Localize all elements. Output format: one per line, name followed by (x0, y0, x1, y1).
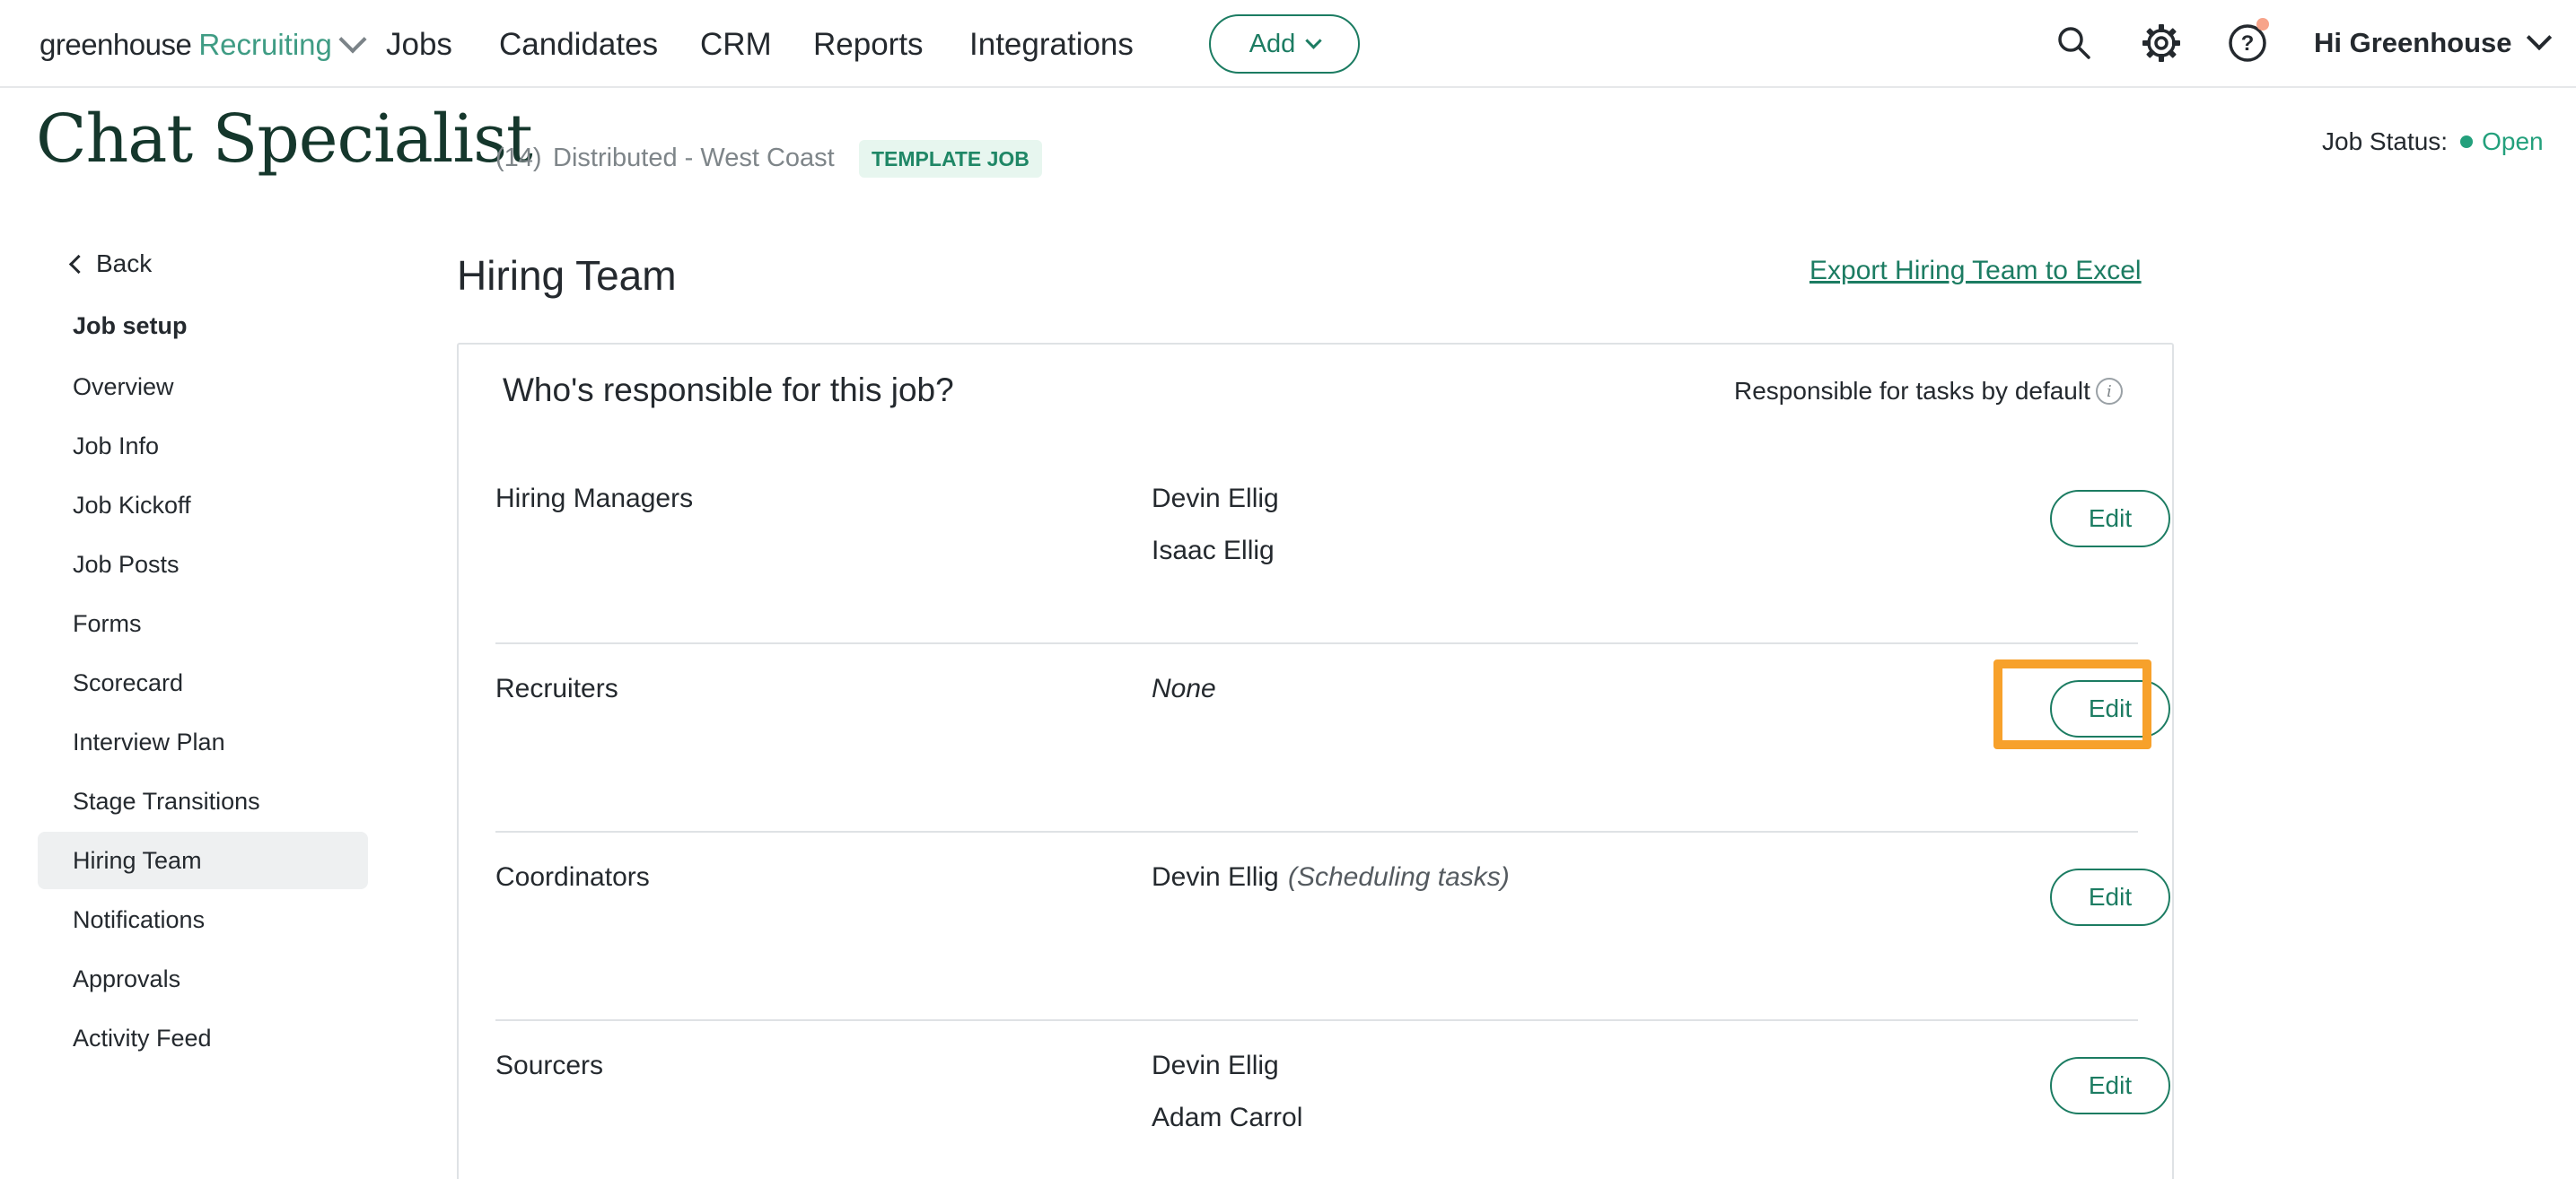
add-button[interactable]: Add (1209, 14, 1360, 74)
sidebar-item-job-info[interactable]: Job Info (38, 417, 368, 475)
responsible-label: Responsible for tasks by default (1734, 377, 2090, 405)
nav-link-integrations[interactable]: Integrations (969, 27, 1134, 63)
hiring-team-card: Who's responsible for this job? Responsi… (457, 343, 2174, 1179)
team-member: Devin Ellig (1152, 862, 1279, 892)
job-status-label: Job Status: (2322, 127, 2449, 155)
job-status-value: Open (2482, 127, 2544, 155)
edit-recruiters-button[interactable]: Edit (2050, 680, 2170, 738)
edit-coordinators-button[interactable]: Edit (2050, 869, 2170, 926)
sidebar-item-job-posts[interactable]: Job Posts (38, 536, 368, 593)
sidebar-item-activity-feed[interactable]: Activity Feed (38, 1009, 368, 1067)
row-divider (495, 831, 2138, 833)
page-title: Hiring Team (457, 252, 677, 299)
chevron-left-icon (68, 254, 89, 274)
sidebar-item-hiring-team[interactable]: Hiring Team (38, 832, 368, 889)
sidebar-item-job-kickoff[interactable]: Job Kickoff (38, 476, 368, 534)
nav-link-crm[interactable]: CRM (700, 27, 772, 63)
sidebar-heading: Job setup (73, 312, 188, 339)
top-nav: greenhouse Recruiting Jobs Candidates CR… (0, 0, 2576, 88)
help-button[interactable]: ? (2224, 18, 2271, 66)
job-title: Chat Specialist (36, 100, 533, 178)
team-member: Devin Ellig (1152, 484, 1279, 513)
sidebar-item-interview-plan[interactable]: Interview Plan (38, 713, 368, 771)
edit-sourcers-button[interactable]: Edit (2050, 1057, 2170, 1114)
export-hiring-team-link[interactable]: Export Hiring Team to Excel (1809, 256, 2142, 286)
role-label: Coordinators (495, 862, 650, 892)
search-button[interactable] (2051, 20, 2098, 66)
role-label: Recruiters (495, 674, 618, 703)
scheduling-note: (Scheduling tasks) (1288, 862, 1510, 892)
edit-hiring-managers-button[interactable]: Edit (2050, 490, 2170, 547)
job-status[interactable]: Job Status: Open (2322, 127, 2544, 156)
back-link[interactable]: Back (68, 249, 153, 278)
chevron-down-icon (338, 25, 367, 54)
team-member: Devin Ellig (1152, 1051, 1279, 1080)
row-divider (495, 642, 2138, 644)
status-dot-icon (2460, 135, 2474, 148)
role-label: Hiring Managers (495, 484, 694, 513)
template-job-badge: TEMPLATE JOB (859, 140, 1042, 178)
brand-logo: greenhouse (39, 28, 192, 61)
nav-link-candidates[interactable]: Candidates (499, 27, 658, 63)
sidebar-item-scorecard[interactable]: Scorecard (38, 654, 368, 712)
sidebar-item-forms[interactable]: Forms (38, 595, 368, 652)
info-icon[interactable]: i (2095, 378, 2123, 405)
row-divider (495, 1019, 2138, 1021)
role-label: Sourcers (495, 1051, 604, 1080)
gear-icon (2142, 24, 2180, 62)
sidebar-item-overview[interactable]: Overview (38, 358, 368, 415)
sidebar-item-stage-transitions[interactable]: Stage Transitions (38, 773, 368, 830)
user-greeting: Hi Greenhouse (2314, 27, 2512, 58)
chevron-down-icon (2526, 24, 2552, 51)
team-member: Isaac Ellig (1152, 536, 1275, 565)
responsible-by-default: Responsible for tasks by default i (1734, 377, 2123, 406)
brand-menu[interactable]: greenhouse Recruiting (39, 25, 367, 63)
back-label: Back (96, 249, 153, 277)
sidebar-item-notifications[interactable]: Notifications (38, 891, 368, 948)
card-question: Who's responsible for this job? (503, 371, 954, 408)
user-menu[interactable]: Hi Greenhouse (2314, 24, 2552, 59)
team-member: Adam Carrol (1152, 1103, 1303, 1132)
svg-text:?: ? (2241, 31, 2255, 56)
notification-dot (2256, 18, 2269, 31)
chevron-down-icon (1305, 31, 1322, 49)
sidebar-item-approvals[interactable]: Approvals (38, 950, 368, 1008)
team-member-none: None (1152, 674, 1216, 703)
add-button-label: Add (1249, 29, 1296, 58)
nav-link-jobs[interactable]: Jobs (386, 27, 452, 63)
settings-button[interactable] (2138, 20, 2185, 66)
nav-link-reports[interactable]: Reports (813, 27, 924, 63)
brand-product: Recruiting (198, 28, 332, 61)
search-icon (2058, 27, 2090, 59)
job-location: Distributed - West Coast (553, 144, 835, 172)
job-count: (14) (495, 144, 542, 172)
